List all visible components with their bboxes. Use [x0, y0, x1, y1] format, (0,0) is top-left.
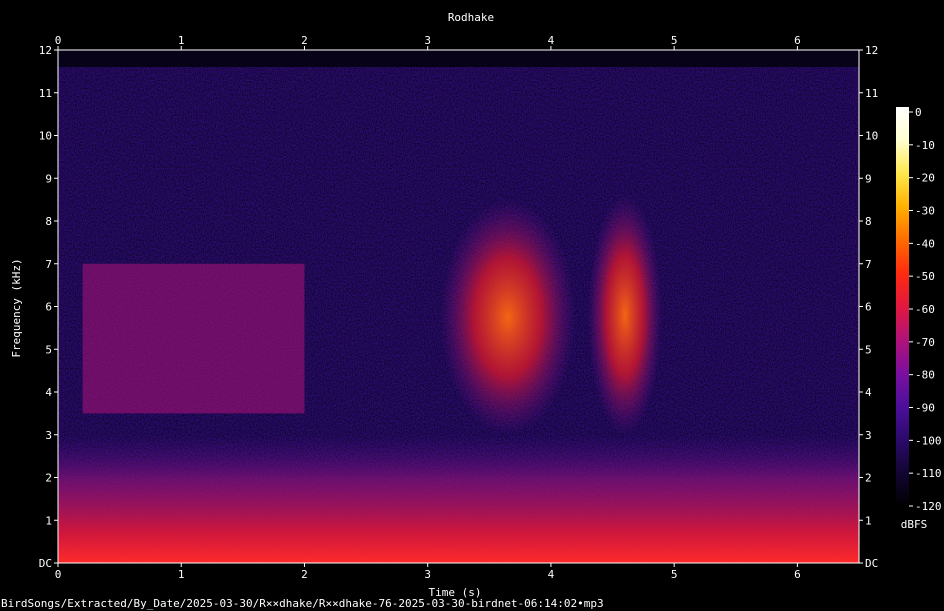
colorbar-tick-label-10: -100 [915, 434, 942, 447]
y-tick-label-right-8: 8 [865, 215, 872, 228]
colorbar-tick-label-5: -50 [915, 270, 935, 283]
y-tick-label-right-0: DC [865, 557, 878, 570]
x-tick-label-bottom-0: 0 [55, 568, 62, 581]
spectrogram-chart: Rodhake 00112233445566DC DC1 12 23 34 45 56 67 7… [1, 11, 942, 610]
x-tick-label-bottom-3: 3 [424, 568, 431, 581]
event-2 [587, 195, 662, 435]
x-tick-label-bottom-5: 5 [671, 568, 678, 581]
x-tick-label-bottom-4: 4 [548, 568, 555, 581]
y-tick-label-left-4: 4 [45, 386, 52, 399]
y-tick-label-right-6: 6 [865, 301, 872, 314]
x-tick-label-top-1: 1 [178, 34, 185, 47]
x-tick-label-bottom-6: 6 [794, 568, 801, 581]
y-tick-label-right-2: 2 [865, 472, 872, 485]
y-tick-label-left-2: 2 [45, 472, 52, 485]
colorbar-tick-label-7: -70 [915, 336, 935, 349]
y-tick-label-left-11: 11 [39, 87, 52, 100]
colorbar-label: dBFS [901, 518, 928, 531]
y-tick-label-right-12: 12 [865, 44, 878, 57]
y-tick-label-left-12: 12 [39, 44, 52, 57]
y-tick-label-left-8: 8 [45, 215, 52, 228]
event-0 [82, 263, 305, 414]
x-tick-label-bottom-1: 1 [178, 568, 185, 581]
colorbar-gradient [896, 107, 909, 507]
y-tick-label-right-11: 11 [865, 87, 878, 100]
top-dark-band [58, 50, 859, 67]
colorbar-tick-label-2: -20 [915, 172, 935, 185]
spectrogram-plot [58, 50, 859, 563]
colorbar-tick-label-3: -30 [915, 205, 935, 218]
colorbar-tick-label-0: 0 [915, 106, 922, 119]
y-tick-label-left-7: 7 [45, 258, 52, 271]
y-tick-label-right-7: 7 [865, 258, 872, 271]
y-tick-label-left-10: 10 [39, 130, 52, 143]
colorbar-tick-label-8: -80 [915, 369, 935, 382]
y-tick-label-left-0: DC [39, 557, 52, 570]
y-tick-label-right-1: 1 [865, 514, 872, 527]
x-tick-label-top-5: 5 [671, 34, 678, 47]
y-tick-label-left-5: 5 [45, 343, 52, 356]
colorbar: 0 -10 -20 -30 -40 -50 -60 -70 -80 -90 -100 -110 -120… [896, 106, 942, 531]
colorbar-tick-label-12: -120 [915, 500, 942, 513]
x-tick-label-top-2: 2 [301, 34, 308, 47]
event-1 [440, 199, 576, 435]
colorbar-tick-label-1: -10 [915, 139, 935, 152]
y-axis-label: Frequency (kHz) [10, 258, 23, 357]
colorbar-tick-label-9: -90 [915, 402, 935, 415]
colorbar-ticks: 0 -10 -20 -30 -40 -50 -60 -70 -80 -90 -100 -110 -120 [909, 106, 942, 513]
x-tick-label-bottom-2: 2 [301, 568, 308, 581]
colorbar-tick-label-6: -60 [915, 303, 935, 316]
chart-title: Rodhake [448, 11, 494, 24]
colorbar-tick-label-11: -110 [915, 467, 942, 480]
y-tick-label-right-9: 9 [865, 172, 872, 185]
low-frequency-band [58, 435, 859, 563]
y-tick-label-right-4: 4 [865, 386, 872, 399]
x-tick-label-top-4: 4 [548, 34, 555, 47]
x-tick-label-top-6: 6 [794, 34, 801, 47]
colorbar-tick-label-4: -40 [915, 237, 935, 250]
y-tick-label-right-10: 10 [865, 130, 878, 143]
y-tick-label-left-3: 3 [45, 429, 52, 442]
x-tick-label-top-3: 3 [424, 34, 431, 47]
x-tick-label-top-0: 0 [55, 34, 62, 47]
y-tick-label-left-6: 6 [45, 301, 52, 314]
y-tick-label-left-9: 9 [45, 172, 52, 185]
y-tick-label-right-5: 5 [865, 343, 872, 356]
y-tick-label-right-3: 3 [865, 429, 872, 442]
y-tick-label-left-1: 1 [45, 514, 52, 527]
file-path: BirdSongs/Extracted/By_Date/2025-03-30/R… [1, 597, 604, 610]
